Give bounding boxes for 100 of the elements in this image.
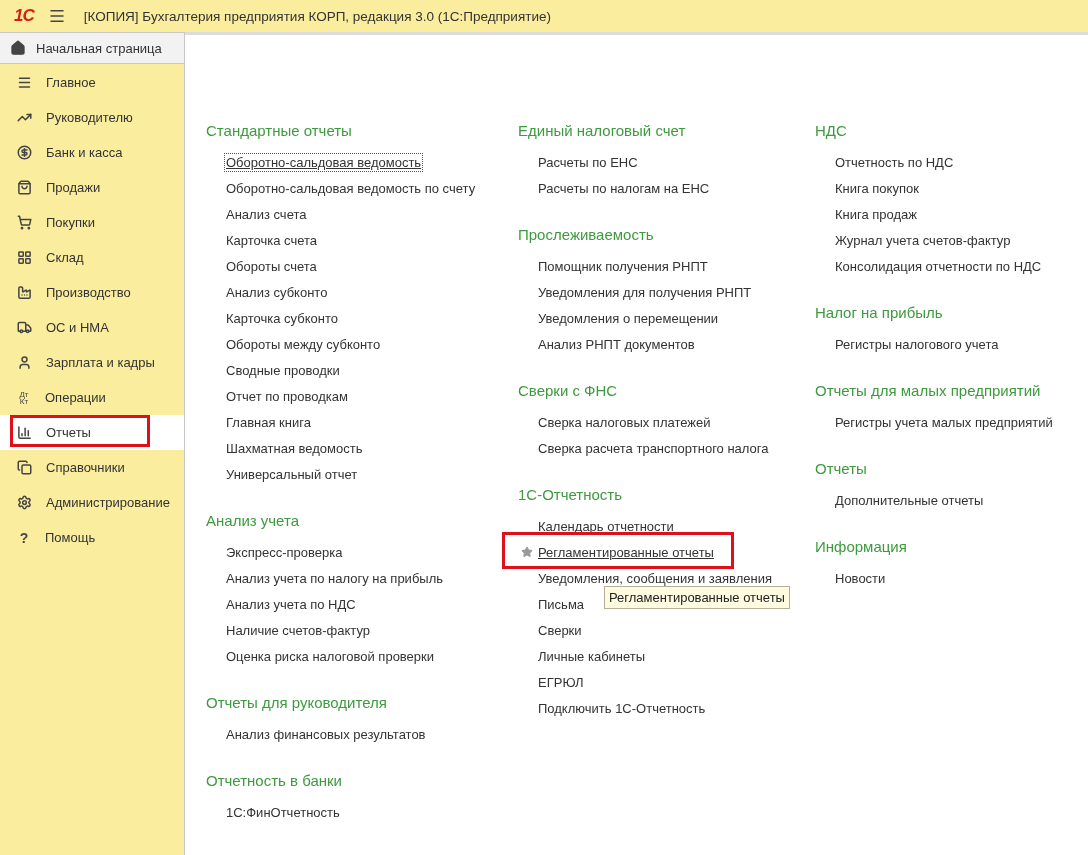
report-link[interactable]: Карточка субконто (226, 310, 338, 326)
report-link[interactable]: Письма (538, 596, 585, 612)
section-heading: Сверки с ФНС (518, 381, 619, 401)
report-link[interactable]: Сверка налоговых платежей (538, 414, 711, 430)
sidebar-label: Операции (45, 390, 106, 405)
report-link[interactable]: Наличие счетов-фактур (226, 622, 370, 638)
sidebar-item[interactable]: ОС и НМА (0, 310, 184, 345)
report-link[interactable]: Личные кабинеты (538, 648, 646, 664)
sidebar-label: Администрирование (46, 495, 170, 510)
section-heading: Отчеты для руководителя (206, 693, 388, 713)
report-link[interactable]: Анализ РНПТ документов (538, 336, 695, 352)
section-heading: НДС (815, 121, 848, 141)
factory-icon (17, 285, 32, 300)
section-heading: Отчеты (815, 459, 868, 479)
report-link[interactable]: Шахматная ведомость (226, 440, 363, 456)
report-link[interactable]: Главная книга (226, 414, 311, 430)
section-heading: Стандартные отчеты (206, 121, 353, 141)
report-link[interactable]: Анализ учета по НДС (226, 596, 356, 612)
sidebar-label: Руководителю (46, 110, 133, 125)
report-link[interactable]: Журнал учета счетов-фактур (835, 232, 1011, 248)
settings-icon (17, 495, 32, 510)
cart-icon (17, 215, 32, 230)
report-link[interactable]: Универсальный отчет (226, 466, 358, 482)
grid-icon (17, 250, 32, 265)
report-link[interactable]: Уведомления, сообщения и заявления (538, 570, 772, 586)
sidebar-item[interactable]: Отчеты (0, 415, 184, 450)
report-link[interactable]: Помощник получения РНПТ (538, 258, 708, 274)
report-link[interactable]: Календарь отчетности (538, 518, 674, 534)
sidebar-item[interactable]: Продажи (0, 170, 184, 205)
sidebar-label: Покупки (46, 215, 95, 230)
sidebar-label: Справочники (46, 460, 125, 475)
sidebar-label: Отчеты (46, 425, 91, 440)
report-link[interactable]: Сверка расчета транспортного налога (538, 440, 769, 456)
report-link[interactable]: Дополнительные отчеты (835, 492, 984, 508)
report-link[interactable]: Уведомления для получения РНПТ (538, 284, 752, 300)
report-link[interactable]: Сводные проводки (226, 362, 340, 378)
report-link[interactable]: Расчеты по ЕНС (538, 154, 638, 170)
sidebar-item[interactable]: Банк и касса (0, 135, 184, 170)
shopping-bag-icon (17, 180, 32, 195)
sidebar-item[interactable]: Руководителю (0, 100, 184, 135)
section-heading: Анализ учета (206, 511, 300, 531)
report-link[interactable]: Экспресс-проверка (226, 544, 343, 560)
sidebar-item[interactable]: ? Помощь (0, 520, 184, 555)
report-link[interactable]: Обороты счета (226, 258, 317, 274)
report-link[interactable]: Отчет по проводкам (226, 388, 348, 404)
window-title: [КОПИЯ] Бухгалтерия предприятия КОРП, редакция 3.0 (1С:Предприятие) (83, 8, 551, 24)
home-label: Начальная страница (36, 40, 162, 56)
report-link[interactable]: Оборотно-сальдовая ведомость по счету (226, 180, 476, 196)
help-icon: ? (17, 529, 31, 546)
bar-chart-icon (17, 425, 32, 440)
sidebar-label: Склад (46, 250, 84, 265)
report-link[interactable]: Анализ субконто (226, 284, 328, 300)
sidebar-label: Банк и касса (46, 145, 123, 160)
report-link[interactable]: Регистры учета малых предприятий (835, 414, 1053, 430)
sidebar-item[interactable]: Склад (0, 240, 184, 275)
sidebar-item[interactable]: Главное (0, 65, 184, 100)
copy-icon (17, 460, 32, 475)
sidebar-item[interactable]: Дт Кт Операции (0, 380, 184, 415)
sidebar-label: Главное (46, 75, 96, 90)
sidebar-label: Производство (46, 285, 131, 300)
section-heading: Налог на прибыль (815, 303, 944, 323)
report-link[interactable]: Анализ учета по налогу на прибыль (226, 570, 444, 586)
sidebar-item[interactable]: Производство (0, 275, 184, 310)
truck-icon (17, 320, 32, 335)
section-heading: Отчетность в банки (206, 771, 343, 791)
report-link[interactable]: Сверки (538, 622, 582, 638)
sidebar-label: Продажи (46, 180, 101, 195)
report-link[interactable]: Анализ финансовых результатов (226, 726, 426, 742)
sidebar-label: Помощь (45, 530, 96, 545)
report-link[interactable]: Обороты между субконто (226, 336, 381, 352)
report-link[interactable]: Анализ счета (226, 206, 307, 222)
report-link[interactable]: Подключить 1С-Отчетность (538, 700, 706, 716)
report-link[interactable]: Карточка счета (226, 232, 318, 248)
sidebar-item[interactable]: Покупки (0, 205, 184, 240)
tooltip: Регламентированные отчеты (604, 586, 790, 609)
section-heading: Информация (815, 537, 908, 557)
report-link[interactable]: Отчетность по НДС (835, 154, 954, 170)
sidebar-item[interactable]: Администрирование (0, 485, 184, 520)
report-link[interactable]: Новости (835, 570, 886, 586)
report-link[interactable]: Оценка риска налоговой проверки (226, 648, 435, 664)
report-link[interactable]: Расчеты по налогам на ЕНС (538, 180, 710, 196)
report-link[interactable]: Оборотно-сальдовая ведомость (226, 154, 422, 170)
report-link[interactable]: Книга покупок (835, 180, 919, 196)
sidebar-label: ОС и НМА (46, 320, 109, 335)
report-link[interactable]: Книга продаж (835, 206, 918, 222)
app-logo: 1С (14, 6, 34, 26)
report-link[interactable]: ЕГРЮЛ (538, 674, 584, 690)
report-link[interactable]: Уведомления о перемещении (538, 310, 719, 326)
sidebar-item[interactable]: Справочники (0, 450, 184, 485)
star-icon[interactable] (521, 546, 533, 558)
sidebar-item[interactable]: Зарплата и кадры (0, 345, 184, 380)
home-icon (10, 40, 26, 56)
sidebar-label: Зарплата и кадры (46, 355, 155, 370)
report-link[interactable]: Консолидация отчетности по НДС (835, 258, 1042, 274)
menu-icon[interactable] (47, 7, 66, 25)
debit-credit-icon: Дт Кт (17, 390, 31, 405)
report-link[interactable]: 1С:ФинОтчетность (226, 804, 340, 820)
report-link[interactable]: Регламентированные отчеты (538, 544, 714, 560)
report-link[interactable]: Регистры налогового учета (835, 336, 999, 352)
home-tab[interactable]: Начальная страница (0, 32, 184, 64)
